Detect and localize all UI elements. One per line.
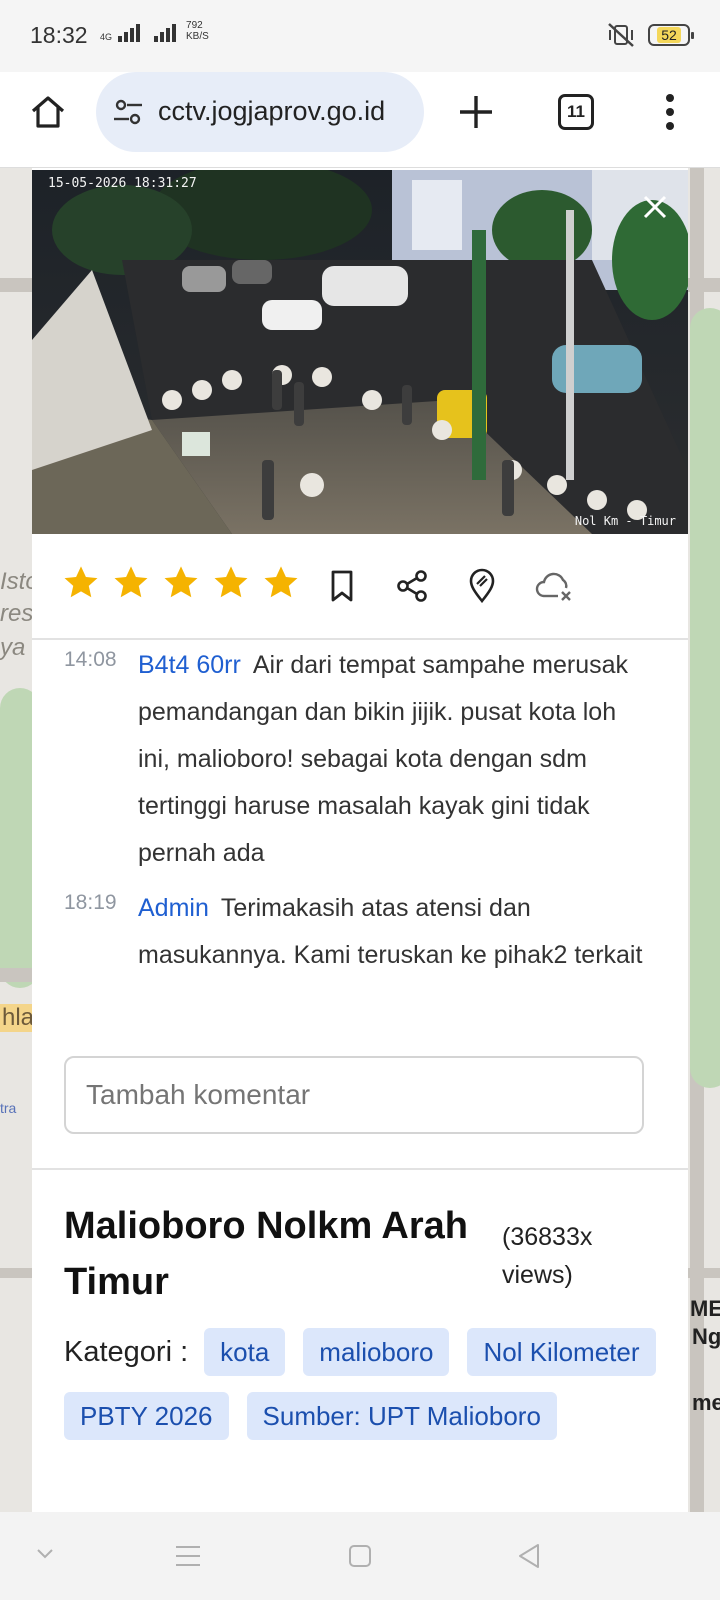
cloud-off-icon[interactable] xyxy=(534,568,576,604)
network-type: 4G xyxy=(100,32,113,42)
network-indicators: 4G 792 KB/S xyxy=(100,20,209,42)
comment-list: 14:08 B4t4 60rr Air dari tempat sampahe m… xyxy=(32,642,688,979)
star-icon[interactable] xyxy=(262,564,300,602)
comment-time: 14:08 xyxy=(64,648,117,671)
cctv-camera-label: Nol Km - Timur xyxy=(574,514,676,528)
site-settings-icon[interactable] xyxy=(112,98,144,126)
close-icon[interactable] xyxy=(642,194,668,220)
comment-body: B4t4 60rr Air dari tempat sampahe merusak… xyxy=(138,642,648,877)
category-tag-pbty-2026[interactable]: PBTY 2026 xyxy=(64,1392,229,1440)
cctv-scene xyxy=(32,170,688,534)
star-rating[interactable] xyxy=(62,564,300,602)
comment-user-link[interactable]: B4t4 60rr xyxy=(138,651,241,679)
status-right: 52 xyxy=(606,22,694,48)
back-icon[interactable] xyxy=(516,1542,542,1570)
category-tag-nol-kilometer[interactable]: Nol Kilometer xyxy=(467,1328,656,1376)
status-time: 18:32 xyxy=(30,22,88,48)
view-count: (36833x views) xyxy=(502,1223,593,1289)
url-text: cctv.jogjaprov.go.id xyxy=(158,96,386,126)
comment-item: 14:08 B4t4 60rr Air dari tempat sampahe m… xyxy=(32,642,688,877)
chevron-down-icon[interactable] xyxy=(36,1548,54,1560)
home-icon[interactable] xyxy=(28,92,68,132)
comment-item: 18:19 Admin Terimakasih atas atensi dan m… xyxy=(32,885,688,979)
add-comment-input[interactable] xyxy=(64,1056,644,1134)
battery-icon: 52 xyxy=(648,24,694,46)
star-icon[interactable] xyxy=(62,564,100,602)
comment-user-link[interactable]: Admin xyxy=(138,894,209,922)
section-divider xyxy=(32,1168,688,1170)
category-tag-source[interactable]: Sumber: UPT Malioboro xyxy=(246,1392,557,1440)
cctv-stream-image[interactable]: 15-05-2026 18:31:27 Nol Km - Timur xyxy=(32,170,688,534)
cctv-title: Malioboro Nolkm Arah Timur xyxy=(64,1205,468,1303)
new-tab-icon[interactable] xyxy=(456,92,496,132)
star-icon[interactable] xyxy=(212,564,250,602)
category-label: Kategori : xyxy=(64,1335,189,1368)
menu-icon[interactable] xyxy=(174,1544,202,1568)
share-icon[interactable] xyxy=(394,568,430,604)
signal-icon xyxy=(118,22,141,42)
address-bar[interactable]: cctv.jogjaprov.go.id xyxy=(96,72,424,152)
comment-time: 18:19 xyxy=(64,891,117,914)
browser-toolbar: cctv.jogjaprov.go.id 11 xyxy=(0,72,720,168)
category-tag-malioboro[interactable]: malioboro xyxy=(303,1328,450,1376)
network-speed: 792 KB/S xyxy=(186,20,209,42)
cctv-timestamp: 15-05-2026 18:31:27 xyxy=(48,176,197,191)
system-nav-bar xyxy=(0,1512,720,1600)
tab-switcher-button[interactable]: 11 xyxy=(558,94,594,130)
comment-body: Admin Terimakasih atas atensi dan masukan… xyxy=(138,885,648,979)
location-pin-icon[interactable] xyxy=(464,568,500,604)
status-bar: 18:32 4G 792 KB/S 52 xyxy=(0,0,720,72)
category-list: Kategori : kota malioboro Nol Kilometer … xyxy=(64,1328,664,1440)
star-icon[interactable] xyxy=(162,564,200,602)
more-menu-icon[interactable] xyxy=(664,92,676,132)
home-square-icon[interactable] xyxy=(348,1544,372,1568)
comment-text: Terimakasih atas atensi dan masukannya. … xyxy=(138,894,643,969)
signal-icon-2 xyxy=(154,22,177,42)
mute-vibrate-icon xyxy=(608,23,634,47)
comment-text: Air dari tempat sampahe merusak pemandan… xyxy=(138,651,629,867)
category-tag-kota[interactable]: kota xyxy=(204,1328,286,1376)
star-icon[interactable] xyxy=(112,564,150,602)
action-bar xyxy=(32,534,688,640)
bookmark-icon[interactable] xyxy=(324,568,360,604)
cctv-detail-panel: 15-05-2026 18:31:27 Nol Km - Timur 14:08… xyxy=(32,168,688,1512)
